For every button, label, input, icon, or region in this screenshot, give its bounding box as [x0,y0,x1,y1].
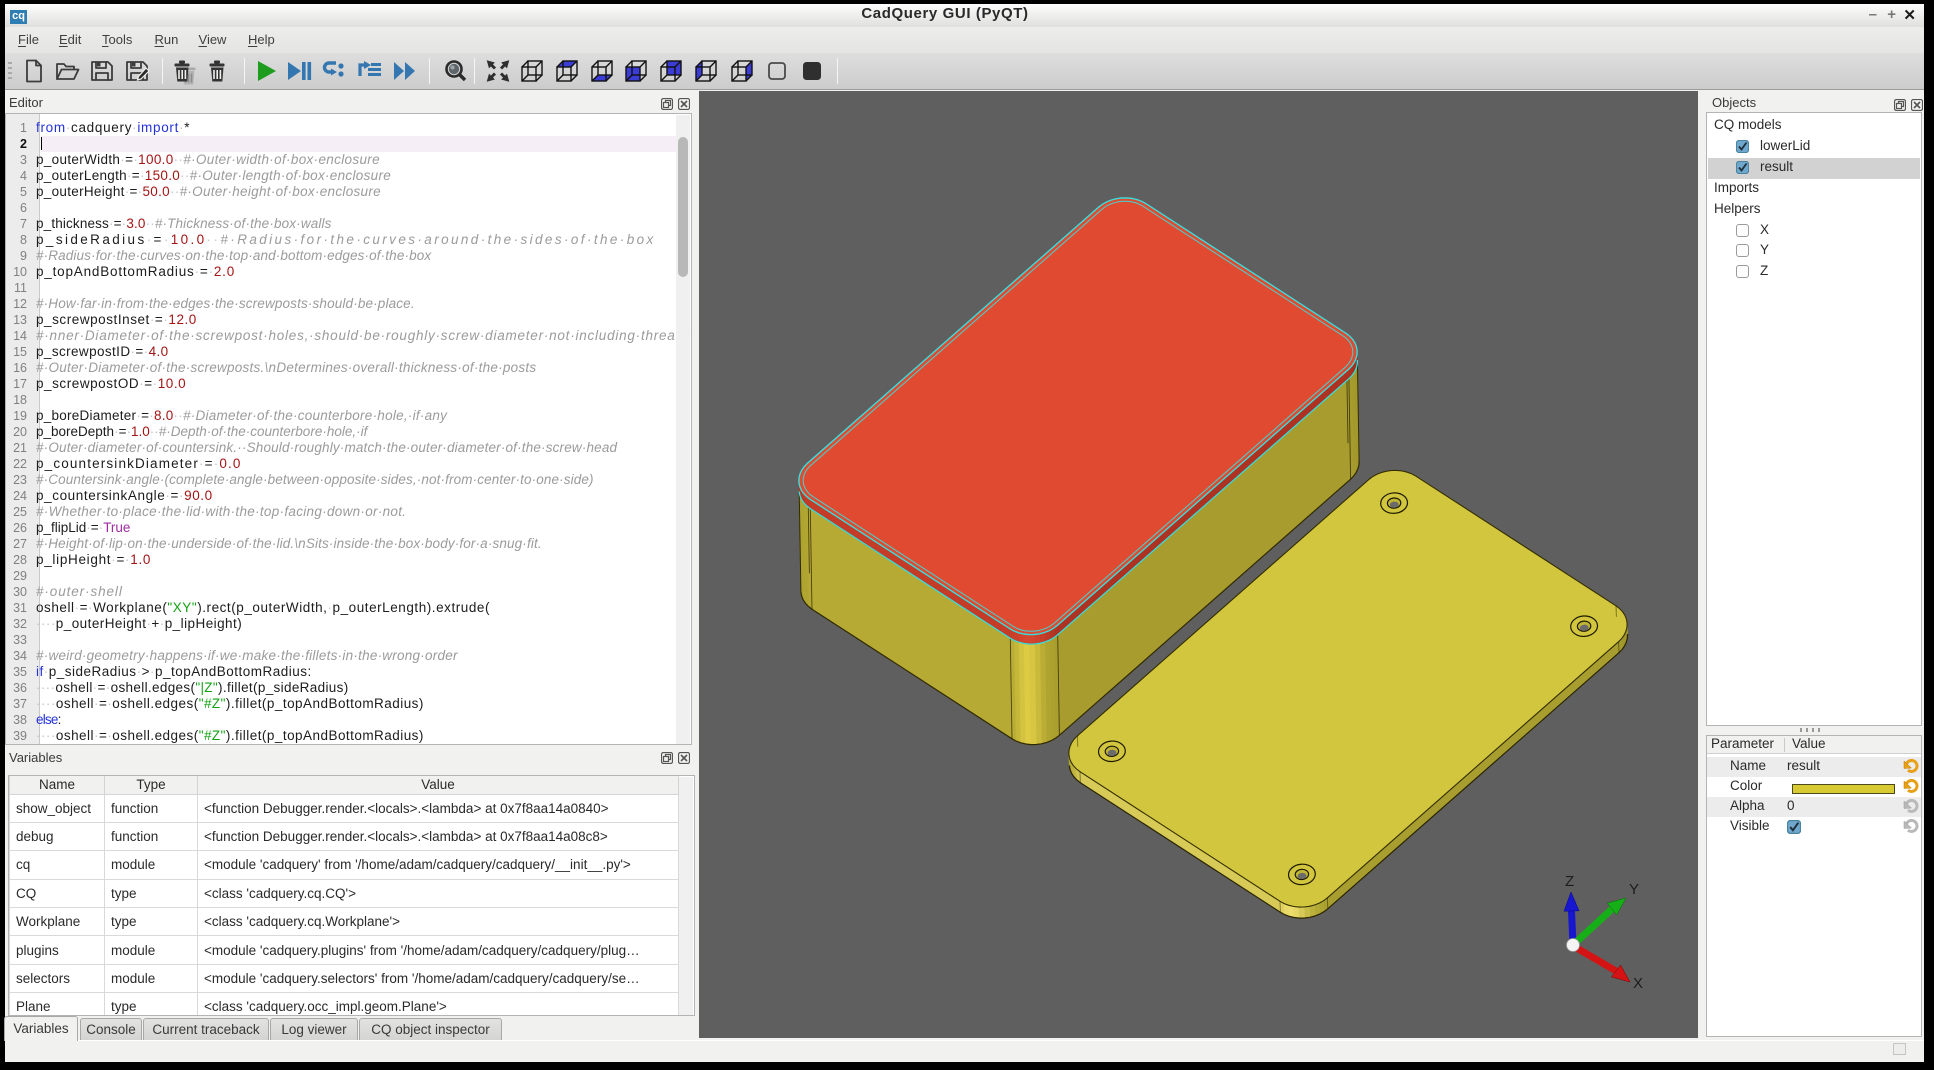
svg-text:Y: Y [1629,881,1639,898]
svg-text:X: X [1633,975,1643,992]
svg-text:Z: Z [1565,873,1574,890]
